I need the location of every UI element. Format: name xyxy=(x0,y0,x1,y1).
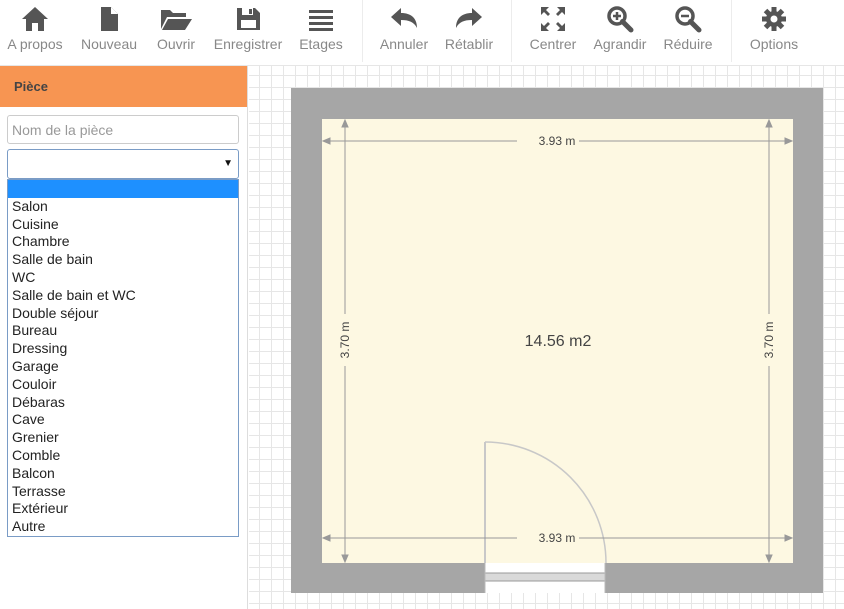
open-button[interactable]: Ouvrir xyxy=(148,0,204,64)
about-button[interactable]: A propos xyxy=(4,0,66,64)
room-type-option[interactable]: Salle de bain et WC xyxy=(8,287,238,305)
room-type-option[interactable]: Comble xyxy=(8,447,238,465)
caret-down-icon: ▼ xyxy=(223,158,233,169)
save-button[interactable]: Enregistrer xyxy=(210,0,286,64)
zoom-in-label: Agrandir xyxy=(593,36,647,52)
save-icon xyxy=(237,8,260,30)
panel-title: Pièce xyxy=(0,66,247,107)
room-type-option[interactable]: Garage xyxy=(8,358,238,376)
home-icon xyxy=(22,7,48,31)
floors-button[interactable]: Etages xyxy=(294,0,348,64)
room-area-label: 14.56 m2 xyxy=(525,333,592,350)
width-bottom-label: 3.93 m xyxy=(539,531,576,545)
new-label: Nouveau xyxy=(80,36,138,52)
toolbar-divider xyxy=(511,0,512,62)
room-type-option[interactable]: Cave xyxy=(8,411,238,429)
file-icon xyxy=(101,7,118,31)
room-type-option[interactable]: WC xyxy=(8,269,238,287)
room-name-input[interactable] xyxy=(7,115,239,144)
room-type-option[interactable] xyxy=(8,180,238,198)
zoom-out-icon xyxy=(675,6,702,33)
toolbar-divider xyxy=(362,0,363,62)
open-label: Ouvrir xyxy=(156,36,196,52)
floors-label: Etages xyxy=(299,36,343,52)
zoom-out-button[interactable]: Réduire xyxy=(658,0,718,64)
room-panel: Pièce ▼ Salon Cuisine Chambre Salle de b… xyxy=(0,66,248,609)
toolbar-divider xyxy=(731,0,732,62)
options-button[interactable]: Options xyxy=(744,0,804,64)
room-type-option[interactable]: Chambre xyxy=(8,233,238,251)
redo-button[interactable]: Rétablir xyxy=(440,0,498,64)
room-type-option[interactable]: Salon xyxy=(8,198,238,216)
menu-icon xyxy=(309,10,333,31)
zoom-out-label: Réduire xyxy=(663,36,713,52)
undo-button[interactable]: Annuler xyxy=(374,0,434,64)
zoom-in-icon xyxy=(607,6,634,33)
width-top-label: 3.93 m xyxy=(539,134,576,148)
expand-icon xyxy=(541,7,565,31)
room-type-option[interactable]: Couloir xyxy=(8,376,238,394)
room-type-select[interactable]: ▼ xyxy=(7,149,239,179)
toolbar: A propos Nouveau Ouvrir Enregistrer Etag… xyxy=(0,0,844,66)
center-button[interactable]: Centrer xyxy=(524,0,582,64)
room-type-option[interactable]: Double séjour xyxy=(8,305,238,323)
redo-icon xyxy=(456,8,482,28)
room-type-option[interactable]: Débaras xyxy=(8,394,238,412)
height-right-label: 3.70 m xyxy=(762,322,776,359)
redo-label: Rétablir xyxy=(444,36,494,52)
undo-icon xyxy=(391,8,417,28)
height-left-label: 3.70 m xyxy=(338,322,352,359)
plan-canvas[interactable]: 3.93 m 3.93 m 3.70 m 3.70 m 14.56 m2 xyxy=(249,66,844,609)
room-type-option[interactable]: Cuisine xyxy=(8,216,238,234)
room-type-option[interactable]: Dressing xyxy=(8,340,238,358)
folder-open-icon xyxy=(161,10,192,30)
save-label: Enregistrer xyxy=(213,36,283,52)
room-type-list[interactable]: Salon Cuisine Chambre Salle de bain WC S… xyxy=(7,179,239,537)
options-label: Options xyxy=(749,36,799,52)
room-type-option[interactable]: Salle de bain xyxy=(8,251,238,269)
room-type-option[interactable]: Grenier xyxy=(8,429,238,447)
room-type-option[interactable]: Autre xyxy=(8,518,238,536)
room-type-option[interactable]: Extérieur xyxy=(8,500,238,518)
room-type-option[interactable]: Terrasse xyxy=(8,483,238,501)
undo-label: Annuler xyxy=(379,36,429,52)
zoom-in-button[interactable]: Agrandir xyxy=(588,0,652,64)
room-type-option[interactable]: Bureau xyxy=(8,322,238,340)
new-button[interactable]: Nouveau xyxy=(78,0,140,64)
gear-icon xyxy=(762,7,786,31)
floor-plan: 3.93 m 3.93 m 3.70 m 3.70 m 14.56 m2 xyxy=(291,88,823,593)
about-label: A propos xyxy=(7,36,63,52)
center-label: Centrer xyxy=(529,36,577,52)
room-type-option[interactable]: Balcon xyxy=(8,465,238,483)
